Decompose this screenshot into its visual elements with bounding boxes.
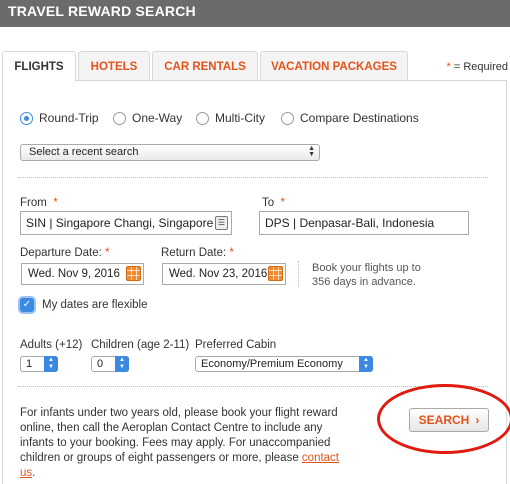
infant-info-text: For infants under two years old, please … <box>20 407 339 479</box>
advance-booking-note: Book your flights up to 356 days in adva… <box>312 262 421 288</box>
select-arrows-icon: ▲ ▼ <box>44 356 58 372</box>
radio-label: Round-Trip <box>39 111 99 125</box>
required-note: * = Required <box>446 61 508 73</box>
radio-one-way[interactable]: One-Way <box>113 110 182 126</box>
radio-icon <box>196 111 209 125</box>
children-label: Children (age 2-11) <box>91 339 190 351</box>
to-input[interactable]: DPS | Denpasar-Bali, Indonesia <box>259 211 469 235</box>
recent-search-select[interactable]: Select a recent search ▲ ▼ <box>20 144 320 161</box>
radio-label: One-Way <box>132 111 183 125</box>
tab-vacation-packages[interactable]: VACATION PACKAGES <box>260 51 408 81</box>
address-book-icon[interactable]: ☰ <box>215 216 228 230</box>
cabin-label: Preferred Cabin <box>195 339 277 351</box>
divider <box>18 177 488 178</box>
tab-flights[interactable]: FLIGHTS <box>2 51 76 82</box>
radio-multi-city[interactable]: Multi-City <box>196 110 265 126</box>
radio-round-trip[interactable]: Round-Trip <box>20 110 99 126</box>
select-arrows-icon: ▲ ▼ <box>359 356 373 372</box>
divider <box>298 261 299 287</box>
select-arrows-icon: ▲ ▼ <box>308 145 315 158</box>
to-label: To * <box>262 197 286 209</box>
from-input[interactable]: SIN | Singapore Changi, Singapore ☰ <box>20 211 232 235</box>
radio-compare-destinations[interactable]: Compare Destinations <box>281 110 419 126</box>
radio-label: Multi-City <box>215 111 265 125</box>
tab-car-rentals[interactable]: CAR RENTALS <box>152 51 258 81</box>
children-select[interactable]: 0 ▲ ▼ <box>91 356 129 372</box>
radio-selected-icon <box>20 111 33 125</box>
radio-icon <box>281 111 294 125</box>
from-label: From * <box>20 197 58 209</box>
highlight-circle <box>377 384 510 454</box>
radio-icon <box>113 111 126 125</box>
adults-select[interactable]: 1 ▲ ▼ <box>20 356 58 372</box>
calendar-icon[interactable] <box>126 266 141 281</box>
flexible-dates-checkbox[interactable]: ✓ <box>20 298 34 312</box>
radio-label: Compare Destinations <box>300 111 419 125</box>
page-title: TRAVEL REWARD SEARCH <box>8 3 196 19</box>
cabin-select[interactable]: Economy/Premium Economy ▲ ▼ <box>195 356 373 372</box>
select-arrows-icon: ▲ ▼ <box>115 356 129 372</box>
calendar-icon[interactable] <box>268 266 283 281</box>
recent-search-value: Select a recent search <box>29 146 139 158</box>
tab-hotels[interactable]: HOTELS <box>78 51 150 81</box>
flexible-dates-label: My dates are flexible <box>42 299 148 311</box>
departure-date-label: Departure Date: * <box>20 247 110 259</box>
return-date-label: Return Date: * <box>161 247 234 259</box>
adults-label: Adults (+12) <box>20 339 83 351</box>
